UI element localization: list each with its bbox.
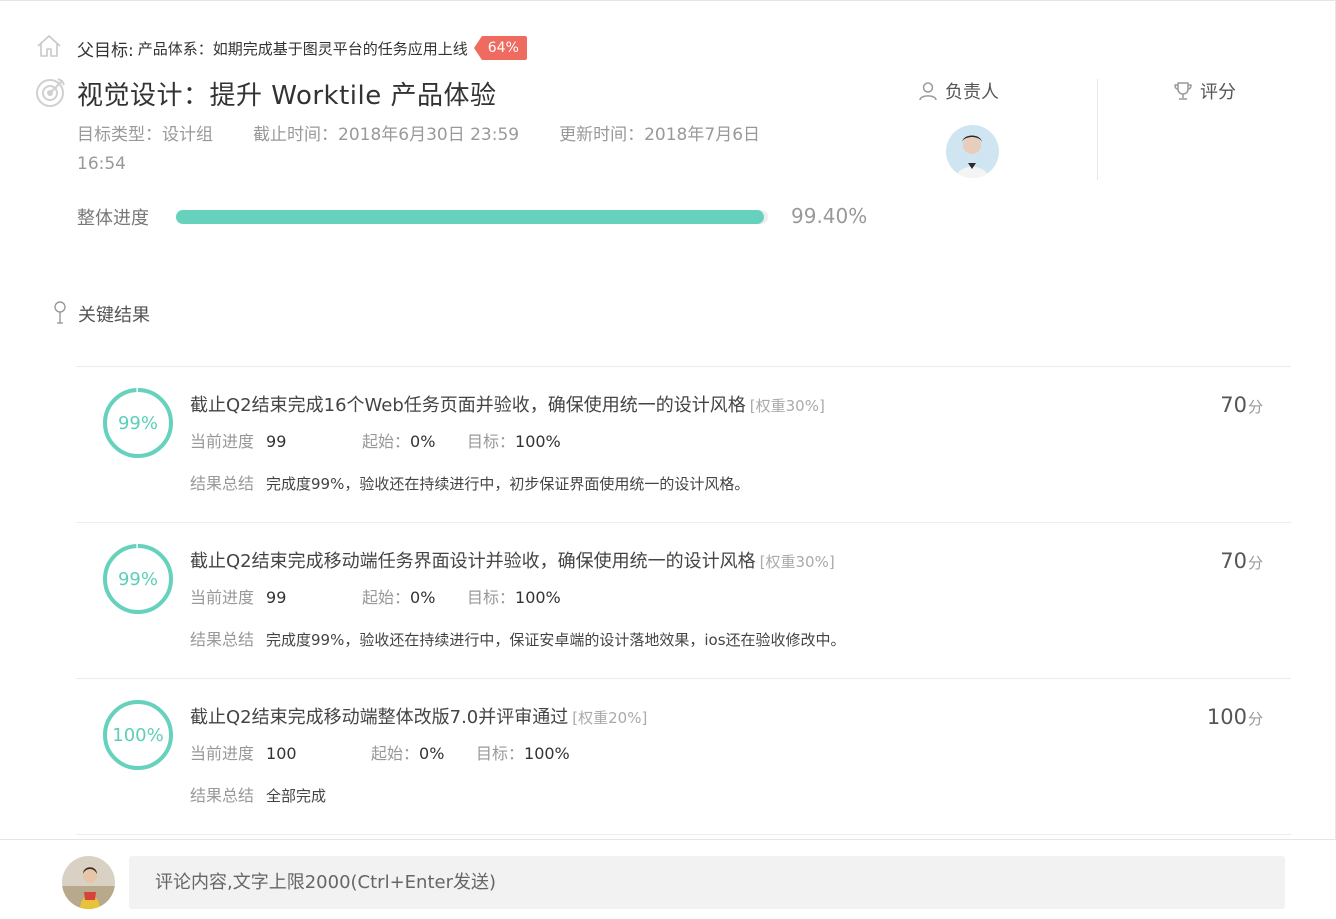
kr-score-value: 70 bbox=[1220, 393, 1247, 417]
kr-summary: 结果总结 完成度99%，验收还在持续进行中，保证安卓端的设计落地效果，ios还在验… bbox=[190, 626, 846, 650]
pin-icon bbox=[54, 301, 66, 324]
kr-progress-percent: 100% bbox=[112, 724, 164, 746]
overall-progress-value: 99.40% bbox=[791, 204, 868, 228]
kr-score[interactable]: 70分 bbox=[1220, 549, 1263, 573]
kr-score-unit: 分 bbox=[1247, 398, 1263, 416]
objective-title: 视觉设计：提升 Worktile 产品体验 bbox=[77, 81, 497, 111]
trophy-icon bbox=[1174, 82, 1192, 100]
objective-meta: 目标类型：设计组 截止时间：2018年6月30日 23:59 更新时间：2018年7… bbox=[77, 121, 847, 179]
kr-summary-label: 结果总结 bbox=[190, 786, 255, 805]
current-user-avatar[interactable] bbox=[62, 856, 115, 909]
kr-summary-label: 结果总结 bbox=[190, 474, 255, 493]
key-result-item[interactable]: 100% 截止Q2结束完成移动端整体改版7.0并评审通过 [权重20%] 当前进度… bbox=[76, 679, 1291, 835]
kr-progress-percent: 99% bbox=[117, 568, 158, 590]
kr-summary-text: 全部完成 bbox=[266, 787, 327, 805]
kr-target-label: 目标： bbox=[467, 588, 516, 607]
kr-start-label: 起始： bbox=[362, 432, 411, 451]
overall-progress-label: 整体进度 bbox=[77, 208, 149, 229]
kr-current-label: 当前进度 bbox=[190, 432, 255, 451]
okr-detail-panel: 父目标: 产品体系：如期完成基于图灵平台的任务应用上线 64% 视觉设计：提升 … bbox=[0, 0, 1336, 919]
kr-weight: [权重30%] bbox=[749, 397, 825, 415]
key-result-item[interactable]: 99% 截止Q2结束完成16个Web任务页面并验收，确保使用统一的设计风格 [权重… bbox=[76, 367, 1291, 523]
kr-score-value: 100 bbox=[1206, 705, 1247, 729]
kr-start-value: 0% bbox=[410, 432, 436, 451]
kr-current-label: 当前进度 bbox=[190, 744, 255, 763]
parent-objective-label: 父目标: bbox=[77, 40, 134, 61]
owner-header: 负责人 bbox=[918, 78, 999, 104]
objective-type: 目标类型：设计组 bbox=[77, 125, 213, 145]
parent-objective[interactable]: 父目标: 产品体系：如期完成基于图灵平台的任务应用上线 64% bbox=[77, 36, 527, 61]
kr-target-value: 100% bbox=[515, 588, 561, 607]
kr-stats: 当前进度 99 起始：0% 目标：100% bbox=[190, 584, 561, 608]
kr-title[interactable]: 截止Q2结束完成移动端整体改版7.0并评审通过 [权重20%] bbox=[190, 703, 647, 729]
comment-input[interactable] bbox=[129, 856, 1285, 909]
kr-stats: 当前进度 100 起始：0% 目标：100% bbox=[190, 740, 570, 764]
kr-summary-text: 完成度99%，验收还在持续进行中，初步保证界面使用统一的设计风格。 bbox=[266, 475, 750, 493]
kr-current-value: 99 bbox=[266, 432, 287, 451]
parent-progress-badge: 64% bbox=[473, 36, 527, 60]
kr-score[interactable]: 100分 bbox=[1207, 705, 1263, 729]
kr-summary-text: 完成度99%，验收还在持续进行中，保证安卓端的设计落地效果，ios还在验收修改中… bbox=[266, 631, 846, 649]
kr-start-value: 0% bbox=[419, 744, 445, 763]
kr-current-value: 99 bbox=[266, 588, 287, 607]
kr-title[interactable]: 截止Q2结束完成移动端任务界面设计并验收，确保使用统一的设计风格 [权重30%] bbox=[190, 547, 835, 573]
kr-stats: 当前进度 99 起始：0% 目标：100% bbox=[190, 428, 561, 452]
kr-start-label: 起始： bbox=[362, 588, 411, 607]
kr-progress-percent: 99% bbox=[117, 412, 158, 434]
kr-summary: 结果总结 完成度99%，验收还在持续进行中，初步保证界面使用统一的设计风格。 bbox=[190, 470, 749, 494]
key-results-header: 关键结果 bbox=[78, 305, 150, 326]
kr-weight: [权重20%] bbox=[572, 709, 648, 727]
user-icon bbox=[919, 82, 937, 101]
header-divider bbox=[1097, 79, 1098, 180]
kr-score[interactable]: 70分 bbox=[1220, 393, 1263, 417]
score-header: 评分 bbox=[1173, 78, 1236, 104]
kr-title-text: 截止Q2结束完成16个Web任务页面并验收，确保使用统一的设计风格 bbox=[190, 395, 746, 416]
kr-target-value: 100% bbox=[515, 432, 561, 451]
kr-current-value: 100 bbox=[266, 744, 297, 763]
kr-score-value: 70 bbox=[1220, 549, 1247, 573]
kr-summary: 结果总结 全部完成 bbox=[190, 782, 326, 806]
kr-weight: [权重30%] bbox=[759, 553, 835, 571]
kr-start-label: 起始： bbox=[371, 744, 420, 763]
overall-progress-bar bbox=[176, 210, 768, 224]
target-icon bbox=[36, 78, 65, 107]
kr-target-value: 100% bbox=[524, 744, 570, 763]
kr-start-value: 0% bbox=[410, 588, 436, 607]
kr-title-text: 截止Q2结束完成移动端任务界面设计并验收，确保使用统一的设计风格 bbox=[190, 551, 756, 572]
kr-title[interactable]: 截止Q2结束完成16个Web任务页面并验收，确保使用统一的设计风格 [权重30%] bbox=[190, 391, 825, 417]
comment-bar bbox=[0, 839, 1336, 919]
kr-title-text: 截止Q2结束完成移动端整体改版7.0并评审通过 bbox=[190, 707, 569, 728]
owner-label: 负责人 bbox=[945, 82, 999, 103]
home-icon[interactable] bbox=[36, 34, 62, 58]
kr-score-unit: 分 bbox=[1247, 554, 1263, 572]
key-result-item[interactable]: 99% 截止Q2结束完成移动端任务界面设计并验收，确保使用统一的设计风格 [权重3… bbox=[76, 523, 1291, 679]
objective-deadline: 截止时间：2018年6月30日 23:59 bbox=[253, 125, 520, 145]
kr-score-unit: 分 bbox=[1247, 710, 1263, 728]
kr-target-label: 目标： bbox=[476, 744, 525, 763]
parent-objective-name[interactable]: 产品体系：如期完成基于图灵平台的任务应用上线 bbox=[138, 38, 468, 59]
key-results-list: 99% 截止Q2结束完成16个Web任务页面并验收，确保使用统一的设计风格 [权重… bbox=[76, 366, 1291, 835]
owner-avatar[interactable] bbox=[946, 125, 999, 178]
kr-current-label: 当前进度 bbox=[190, 588, 255, 607]
kr-summary-label: 结果总结 bbox=[190, 630, 255, 649]
kr-target-label: 目标： bbox=[467, 432, 516, 451]
score-label: 评分 bbox=[1200, 82, 1236, 103]
overall-progress-fill bbox=[176, 210, 765, 224]
